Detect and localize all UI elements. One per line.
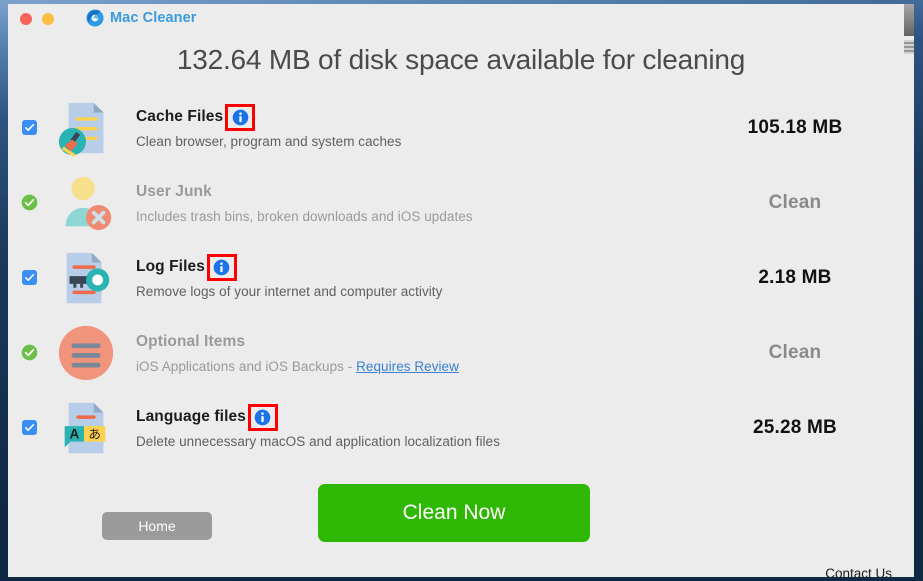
info-circle-icon [255, 409, 271, 425]
row-title-line: Log Files [136, 253, 690, 281]
row-selector-cell [8, 270, 50, 285]
window-titlebar: Mac Cleaner [8, 4, 914, 54]
row-text-cell: Language files Delete unnecessary macOS … [122, 403, 690, 449]
info-circle-icon [214, 259, 230, 275]
item-title: Optional Items [136, 333, 246, 350]
footer: Home Clean Now Contact Us [8, 475, 914, 577]
row-text-cell: Cache Files Clean browser, program and s… [122, 103, 690, 149]
category-icon-cell: A あ [50, 397, 122, 459]
checkbox-log-files[interactable] [21, 270, 37, 285]
document-language-icon: A あ [64, 402, 106, 453]
mac-cleaner-swirl-logo-icon [86, 9, 104, 27]
item-description: Includes trash bins, broken downloads an… [136, 209, 473, 224]
close-window-button[interactable] [20, 13, 32, 25]
green-check-circle-icon [21, 344, 37, 361]
svg-text:あ: あ [88, 426, 101, 441]
info-circle-icon [232, 109, 249, 125]
row-text-cell: User Junk Includes trash bins, broken do… [122, 181, 690, 224]
row-selector-cell [8, 194, 50, 211]
info-button-log-files[interactable] [206, 253, 237, 281]
row-title-line: User Junk [136, 181, 690, 203]
item-description: iOS Applications and iOS Backups - [136, 359, 357, 374]
app-title: Mac Cleaner [110, 10, 197, 26]
category-icon-cell [50, 172, 122, 234]
svg-text:A: A [69, 426, 79, 441]
checkmark-icon [24, 273, 34, 281]
row-title-line: Cache Files [136, 103, 690, 131]
list-item[interactable]: Log Files Remove logs of your internet a… [8, 240, 900, 315]
contact-us-link[interactable]: Contact Us [825, 566, 892, 577]
category-icon-cell [50, 247, 122, 309]
row-selector-cell [8, 120, 50, 135]
info-button-cache-files[interactable] [225, 103, 256, 131]
item-description: Remove logs of your internet and compute… [136, 284, 443, 299]
row-title-line: Language files [136, 403, 690, 431]
item-size: 2.18 MB [758, 266, 832, 288]
category-icon-cell [50, 97, 122, 159]
document-broom-icon [58, 102, 104, 157]
checkmark-icon [24, 423, 34, 431]
row-selector-cell [8, 420, 50, 435]
requires-review-link[interactable]: Requires Review [356, 359, 459, 374]
item-size: 105.18 MB [747, 116, 843, 138]
optional-items-list-icon [58, 325, 114, 380]
item-description: Clean browser, program and system caches [136, 134, 402, 149]
list-item[interactable]: A あ Language files Delete unnecessary ma… [8, 390, 900, 465]
item-size: 25.28 MB [753, 416, 837, 438]
checkbox-cache-files[interactable] [21, 120, 37, 135]
list-item[interactable]: User Junk Includes trash bins, broken do… [8, 165, 900, 240]
document-key-icon [66, 252, 110, 303]
user-junk-person-icon [65, 176, 112, 230]
item-title: User Junk [136, 183, 212, 200]
item-size: Clean [768, 341, 822, 363]
mac-cleaner-window: Mac Cleaner 132.64 MB of disk space avai… [8, 4, 914, 577]
row-selector-cell [8, 344, 50, 361]
home-button[interactable]: Home [102, 512, 212, 540]
checkmark-icon [24, 123, 34, 131]
page-title: 132.64 MB of disk space available for cl… [176, 44, 746, 75]
row-text-cell: Optional Items iOS Applications and iOS … [122, 331, 690, 374]
info-button-language-files[interactable] [247, 403, 278, 431]
clean-now-button[interactable]: Clean Now [318, 484, 590, 542]
item-description-line: iOS Applications and iOS Backups - Requi… [136, 359, 690, 374]
window-edge-artifact [904, 4, 914, 36]
list-item[interactable]: Optional Items iOS Applications and iOS … [8, 315, 900, 390]
category-icon-cell [50, 322, 122, 384]
item-size: Clean [768, 191, 822, 213]
item-title: Language files [136, 408, 246, 425]
green-check-circle-icon [21, 194, 37, 211]
item-title: Cache Files [136, 108, 224, 125]
item-description: Delete unnecessary macOS and application… [136, 434, 500, 449]
minimize-window-button[interactable] [42, 13, 54, 25]
checkbox-language-files[interactable] [21, 420, 37, 435]
item-title: Log Files [136, 258, 205, 275]
cleanup-items-list: Cache Files Clean browser, program and s… [8, 90, 914, 465]
window-edge-artifact-secondary [904, 40, 914, 54]
list-item[interactable]: Cache Files Clean browser, program and s… [8, 90, 900, 165]
row-text-cell: Log Files Remove logs of your internet a… [122, 253, 690, 299]
row-title-line: Optional Items [136, 331, 690, 353]
app-brand: Mac Cleaner [86, 8, 197, 28]
